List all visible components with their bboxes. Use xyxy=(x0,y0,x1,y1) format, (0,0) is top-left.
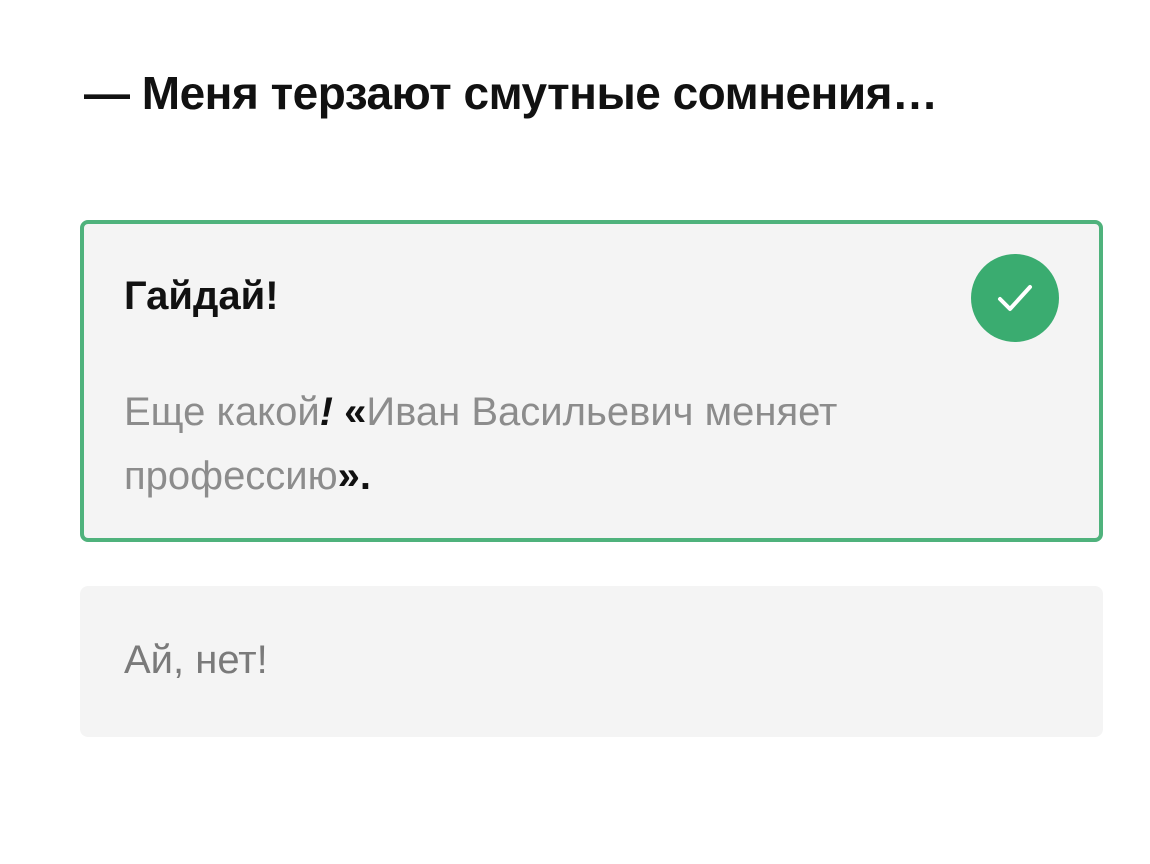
answer-label: Ай, нет! xyxy=(124,638,268,682)
check-circle-icon xyxy=(971,254,1059,342)
answer-option-other[interactable]: Ай, нет! xyxy=(80,586,1103,737)
quiz-page: — Меня терзают смутные сомнения… Гайдай!… xyxy=(0,0,1150,864)
question-text: — Меня терзают смутные сомнения… xyxy=(84,67,938,119)
explanation-open-quote: « xyxy=(344,390,367,434)
checkmark-glyph xyxy=(998,285,1032,311)
explanation-close-quote: » xyxy=(337,454,360,498)
explanation-period: . xyxy=(359,454,372,498)
explanation-exclamation: ! xyxy=(319,390,333,434)
answer-title: Гайдай! xyxy=(124,274,279,318)
answer-option-correct[interactable]: Гайдай! Еще какой! «Иван Васильевич меня… xyxy=(80,220,1103,542)
explanation-space xyxy=(333,390,344,434)
answer-explanation: Еще какой! «Иван Васильевич меняет профе… xyxy=(124,380,944,508)
explanation-lead: Еще какой xyxy=(124,390,320,434)
